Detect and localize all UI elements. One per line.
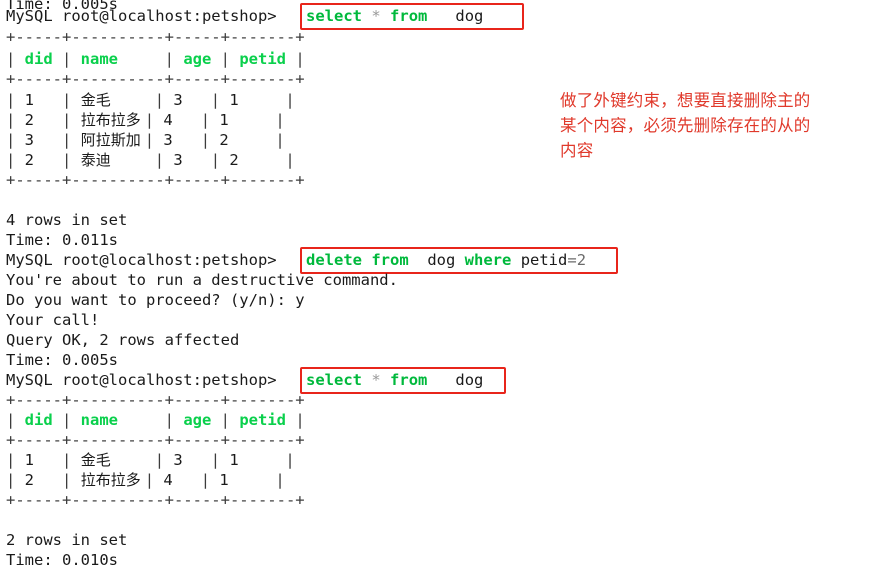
table2-header-name: name <box>80 411 118 429</box>
terminal-line-time-010: Time: 0.010s <box>6 551 118 569</box>
terminal-line-rows-2: 2 rows in set <box>6 531 128 549</box>
table-row: | 1 | 金毛 | 3 | 1 | <box>6 451 295 469</box>
cell-petid: 2 <box>229 151 239 169</box>
table1-separator-top: +-----+----------+-----+-------+ <box>6 28 305 46</box>
sql-keyword-select: select <box>306 7 362 25</box>
cell-petid: 1 <box>229 91 239 109</box>
table2-header-did: did <box>24 411 53 429</box>
annotation-foreign-key-note: 做了外键约束，想要直接删除主的 某个内容，必须先删除存在的从的 内容 <box>560 91 811 160</box>
terminal-output: Time: 0.005s MySQL root@localhost:petsho… <box>0 0 894 571</box>
prompt-text: MySQL root@localhost:petshop> <box>6 251 277 269</box>
table2-separator-top: +-----+----------+-----+-------+ <box>6 391 305 409</box>
sql-keyword-delete-from: delete from <box>306 251 409 269</box>
cell-did: 1 <box>24 451 35 469</box>
terminal-line-time-005: Time: 0.005s <box>6 351 118 369</box>
terminal-line-destructive-warning: You're about to run a destructive comman… <box>6 271 398 289</box>
command-select-1[interactable]: select * from dog <box>306 6 483 26</box>
sql-keyword-where: where <box>464 251 512 269</box>
cell-age: 3 <box>173 451 183 469</box>
cell-petid: 2 <box>219 131 229 149</box>
table1-header-name: name <box>80 50 118 68</box>
cell-did: 2 <box>24 471 35 489</box>
table2-separator-mid: +-----+----------+-----+-------+ <box>6 431 305 449</box>
prompt-text: MySQL root@localhost:petshop> <box>6 371 277 389</box>
sql-keyword-from: from <box>390 371 428 389</box>
cell-name: 拉布拉多 <box>80 471 141 489</box>
prompt-text: MySQL root@localhost:petshop> <box>6 7 277 25</box>
cell-age: 4 <box>163 471 173 489</box>
sql-table-name: dog <box>427 251 456 269</box>
cell-name: 泰迪 <box>80 151 111 169</box>
terminal-prompt-line-3: MySQL root@localhost:petshop> <box>6 370 277 390</box>
table1-header-did: did <box>24 50 53 68</box>
sql-star: * <box>371 7 381 25</box>
terminal-prompt-line-2: MySQL root@localhost:petshop> <box>6 250 277 270</box>
cell-age: 4 <box>163 111 173 129</box>
command-select-2[interactable]: select * from dog <box>306 370 483 390</box>
table1-header-petid: petid <box>239 50 286 68</box>
cell-petid: 1 <box>229 451 239 469</box>
table1-header-row: | did | name | age | petid | <box>6 50 305 68</box>
cell-name: 金毛 <box>80 451 111 469</box>
cell-did: 3 <box>24 131 35 149</box>
cell-did: 2 <box>24 151 35 169</box>
sql-keyword-select: select <box>306 371 362 389</box>
cell-name: 阿拉斯加 <box>80 131 141 149</box>
table2-header-petid: petid <box>239 411 286 429</box>
terminal-prompt-line-1: MySQL root@localhost:petshop> <box>6 6 277 26</box>
terminal-line-query-ok: Query OK, 2 rows affected <box>6 331 240 349</box>
terminal-line-your-call: Your call! <box>6 311 100 329</box>
sql-table-name: dog <box>455 371 484 389</box>
sql-column-petid: petid <box>520 251 568 269</box>
terminal-line-rows-4: 4 rows in set <box>6 211 128 229</box>
cell-petid: 1 <box>219 111 229 129</box>
table2-header-age: age <box>183 411 212 429</box>
sql-operator: = <box>567 251 577 269</box>
table1-separator-mid: +-----+----------+-----+-------+ <box>6 70 305 88</box>
cell-age: 3 <box>173 151 183 169</box>
terminal-line-proceed-question: Do you want to proceed? (y/n): y <box>6 291 305 309</box>
sql-table-name: dog <box>455 7 484 25</box>
table-row: | 1 | 金毛 | 3 | 1 | <box>6 91 295 109</box>
table-row: | 2 | 拉布拉多 | 4 | 1 | <box>6 471 285 489</box>
cell-name: 金毛 <box>80 91 111 109</box>
table1-separator-bottom: +-----+----------+-----+-------+ <box>6 171 305 189</box>
cell-name: 拉布拉多 <box>80 111 141 129</box>
cell-age: 3 <box>163 131 173 149</box>
table2-separator-bottom: +-----+----------+-----+-------+ <box>6 491 305 509</box>
cell-petid: 1 <box>219 471 229 489</box>
table-row: | 3 | 阿拉斯加 | 3 | 2 | <box>6 131 285 149</box>
table2-header-row: | did | name | age | petid | <box>6 411 305 429</box>
cell-age: 3 <box>173 91 183 109</box>
table1-header-age: age <box>183 50 212 68</box>
table-row: | 2 | 泰迪 | 3 | 2 | <box>6 151 295 169</box>
sql-star: * <box>371 371 381 389</box>
table-row: | 2 | 拉布拉多 | 4 | 1 | <box>6 111 285 129</box>
command-delete[interactable]: delete from dog where petid=2 <box>306 250 586 270</box>
terminal-line-time-011: Time: 0.011s <box>6 231 118 249</box>
cell-did: 1 <box>24 91 35 109</box>
sql-keyword-from: from <box>390 7 428 25</box>
cell-did: 2 <box>24 111 35 129</box>
sql-value: 2 <box>576 251 587 269</box>
